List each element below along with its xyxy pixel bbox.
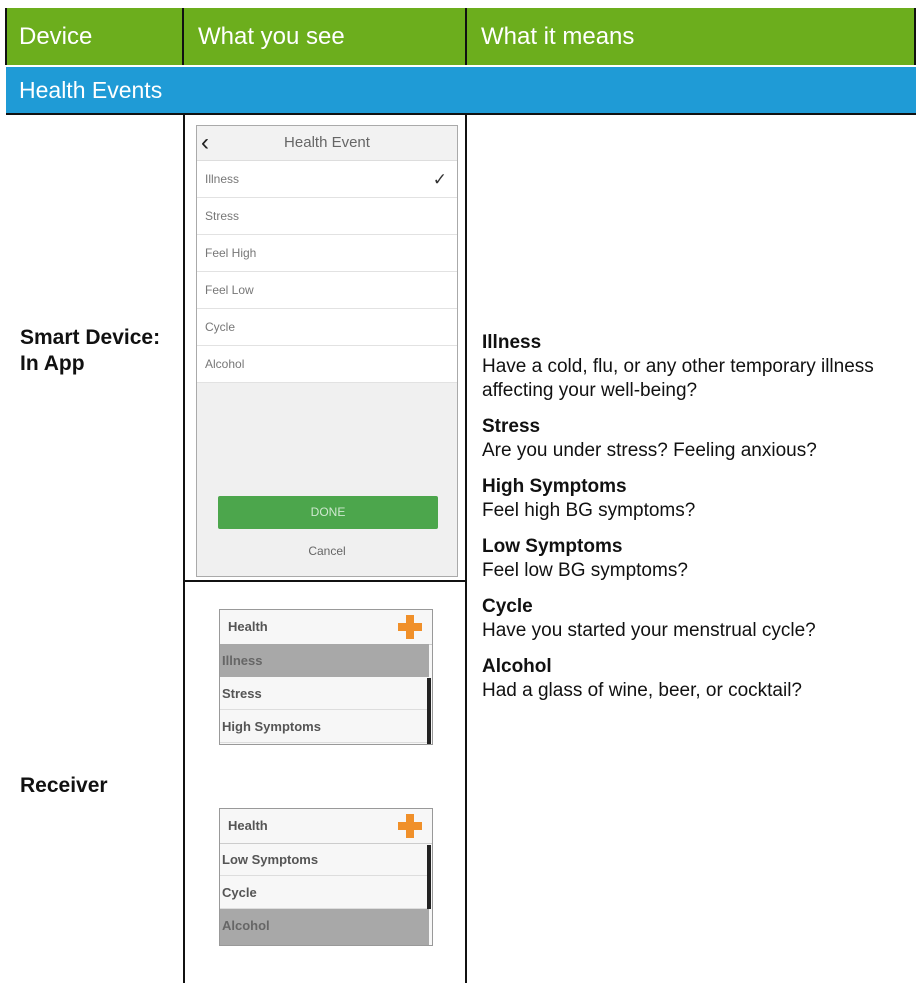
column-divider: [183, 113, 185, 983]
phone-list-item[interactable]: Illness ✓: [197, 161, 457, 198]
receiver-list-item[interactable]: Low Symptoms: [220, 843, 429, 876]
meaning-title: Stress: [482, 416, 541, 437]
phone-list-item[interactable]: Feel High: [197, 235, 457, 272]
receiver-header: Health: [220, 610, 432, 645]
table-header: Device What you see What it means: [6, 8, 916, 65]
meaning-title: Cycle: [482, 596, 533, 617]
phone-header: ‹ Health Event: [197, 126, 457, 161]
meanings-list: Illness Have a cold, flu, or any other t…: [482, 331, 902, 715]
header-divider: [182, 8, 184, 65]
meaning-item: Cycle Have you started your menstrual cy…: [482, 595, 902, 643]
header-divider: [914, 8, 916, 65]
meaning-title: Alcohol: [482, 656, 552, 677]
meaning-description: Have a cold, flu, or any other temporary…: [482, 356, 874, 401]
health-events-table: Device What you see What it means Health…: [0, 0, 922, 983]
receiver-list-item[interactable]: High Symptoms: [220, 710, 429, 743]
meaning-description: Have you started your menstrual cycle?: [482, 620, 816, 641]
meaning-description: Are you under stress? Feeling anxious?: [482, 440, 817, 461]
receiver-screen-2: Health Low Symptoms Cycle Alcohol: [219, 808, 433, 946]
meaning-item: High Symptoms Feel high BG symptoms?: [482, 475, 902, 523]
receiver-title: Health: [228, 818, 268, 833]
meaning-item: Illness Have a cold, flu, or any other t…: [482, 331, 902, 403]
cancel-button[interactable]: Cancel: [197, 544, 457, 558]
section-title: Health Events: [19, 77, 163, 103]
receiver-header: Health: [220, 809, 432, 844]
phone-list-item[interactable]: Stress: [197, 198, 457, 235]
scrollbar[interactable]: [427, 845, 431, 909]
device-label-smart-device: Smart Device: In App: [20, 326, 161, 375]
meaning-item: Stress Are you under stress? Feeling anx…: [482, 415, 902, 463]
meaning-item: Low Symptoms Feel low BG symptoms?: [482, 535, 902, 583]
receiver-list-item[interactable]: Cycle: [220, 876, 429, 909]
meaning-description: Feel high BG symptoms?: [482, 500, 696, 521]
meaning-title: High Symptoms: [482, 476, 627, 497]
phone-title: Health Event: [284, 134, 370, 151]
phone-list-item[interactable]: Cycle: [197, 309, 457, 346]
row-divider: [6, 113, 916, 115]
receiver-title: Health: [228, 619, 268, 634]
meaning-item: Alcohol Had a glass of wine, beer, or co…: [482, 655, 902, 703]
receiver-screen-1: Health Illness Stress High Symptoms: [219, 609, 433, 745]
section-bar: Health Events: [6, 67, 916, 113]
phone-list-item[interactable]: Alcohol: [197, 346, 457, 383]
meaning-title: Low Symptoms: [482, 536, 623, 557]
header-divider: [5, 8, 7, 65]
meaning-description: Had a glass of wine, beer, or cocktail?: [482, 680, 803, 701]
receiver-list-item[interactable]: Stress: [220, 677, 429, 710]
meaning-title: Illness: [482, 332, 542, 353]
header-what-you-see: What you see: [198, 23, 345, 50]
done-button[interactable]: DONE: [218, 496, 438, 529]
plus-icon: [398, 615, 422, 639]
device-label-receiver: Receiver: [20, 774, 108, 797]
phone-list-item[interactable]: Feel Low: [197, 272, 457, 309]
receiver-list-item[interactable]: Illness: [220, 644, 429, 677]
scrollbar[interactable]: [427, 678, 431, 744]
receiver-list-item[interactable]: Alcohol: [220, 909, 429, 945]
header-divider: [465, 8, 467, 65]
header-what-it-means: What it means: [481, 23, 635, 50]
header-device: Device: [19, 23, 93, 50]
row-divider: [183, 580, 465, 582]
checkmark-icon: ✓: [432, 170, 447, 189]
plus-icon: [398, 814, 422, 838]
column-divider: [465, 113, 467, 983]
meaning-description: Feel low BG symptoms?: [482, 560, 688, 581]
phone-event-list: Illness ✓ Stress Feel High Feel Low Cycl…: [197, 161, 457, 383]
phone-screenshot: ‹ Health Event Illness ✓ Stress Feel Hig…: [196, 125, 458, 577]
